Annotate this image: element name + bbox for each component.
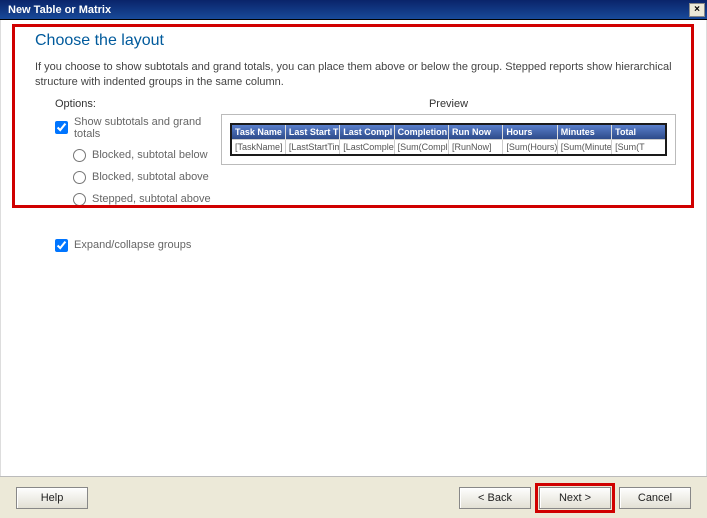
cell: [RunNow] [449,139,503,155]
blocked-above-radio[interactable]: Blocked, subtotal above [73,171,221,184]
page-heading: Choose the layout [35,32,676,50]
stepped-above-label: Stepped, subtotal above [92,193,211,205]
show-totals-input[interactable] [55,121,68,134]
cell: [Sum(Hours)] [503,139,557,155]
col-header: Total [612,124,666,140]
cell: [LastStartTime] [285,139,339,155]
options-label: Options: [55,98,221,110]
preview-data-row: [TaskName] [LastStartTime] [LastCompleti… [231,139,666,155]
preview-panel: Preview Task Name Last Start T Last Comp… [221,98,676,165]
col-header: Run Now [449,124,503,140]
col-header: Hours [503,124,557,140]
cell: [Sum(Completic [394,139,448,155]
col-header: Task Name [231,124,285,140]
col-header: Last Start T [285,124,339,140]
show-totals-checkbox[interactable]: Show subtotals and grand totals [55,116,221,140]
blocked-below-input[interactable] [73,149,86,162]
show-totals-label: Show subtotals and grand totals [74,116,221,140]
blocked-below-label: Blocked, subtotal below [92,149,208,161]
preview-table: Task Name Last Start T Last Compl Comple… [230,123,667,156]
col-header: Minutes [557,124,611,140]
preview-label: Preview [221,98,676,110]
cell: [TaskName] [231,139,285,155]
wizard-page: Choose the layout If you choose to show … [0,20,707,476]
back-button[interactable]: < Back [459,487,531,509]
close-icon: × [694,4,700,15]
expand-collapse-input[interactable] [55,239,68,252]
wizard-button-bar: Help < Back Next > Cancel [0,476,707,518]
blocked-above-input[interactable] [73,171,86,184]
blocked-above-label: Blocked, subtotal above [92,171,209,183]
close-button[interactable]: × [689,3,705,17]
preview-area: Task Name Last Start T Last Compl Comple… [221,114,676,165]
stepped-above-input[interactable] [73,193,86,206]
cancel-button[interactable]: Cancel [619,487,691,509]
expand-collapse-checkbox[interactable]: Expand/collapse groups [55,239,221,252]
preview-header-row: Task Name Last Start T Last Compl Comple… [231,124,666,140]
col-header: Completion [394,124,448,140]
title-bar: New Table or Matrix × [0,0,707,20]
expand-collapse-label: Expand/collapse groups [74,239,191,251]
cell: [Sum(Minutes)] [557,139,611,155]
page-description: If you choose to show subtotals and gran… [35,60,672,90]
blocked-below-radio[interactable]: Blocked, subtotal below [73,149,221,162]
window-title: New Table or Matrix [8,4,111,16]
help-button[interactable]: Help [16,487,88,509]
options-panel: Options: Show subtotals and grand totals… [31,98,221,258]
stepped-above-radio[interactable]: Stepped, subtotal above [73,193,221,206]
col-header: Last Compl [340,124,394,140]
cell: [LastCompletion [340,139,394,155]
cell: [Sum(T [612,139,666,155]
next-button[interactable]: Next > [539,487,611,509]
